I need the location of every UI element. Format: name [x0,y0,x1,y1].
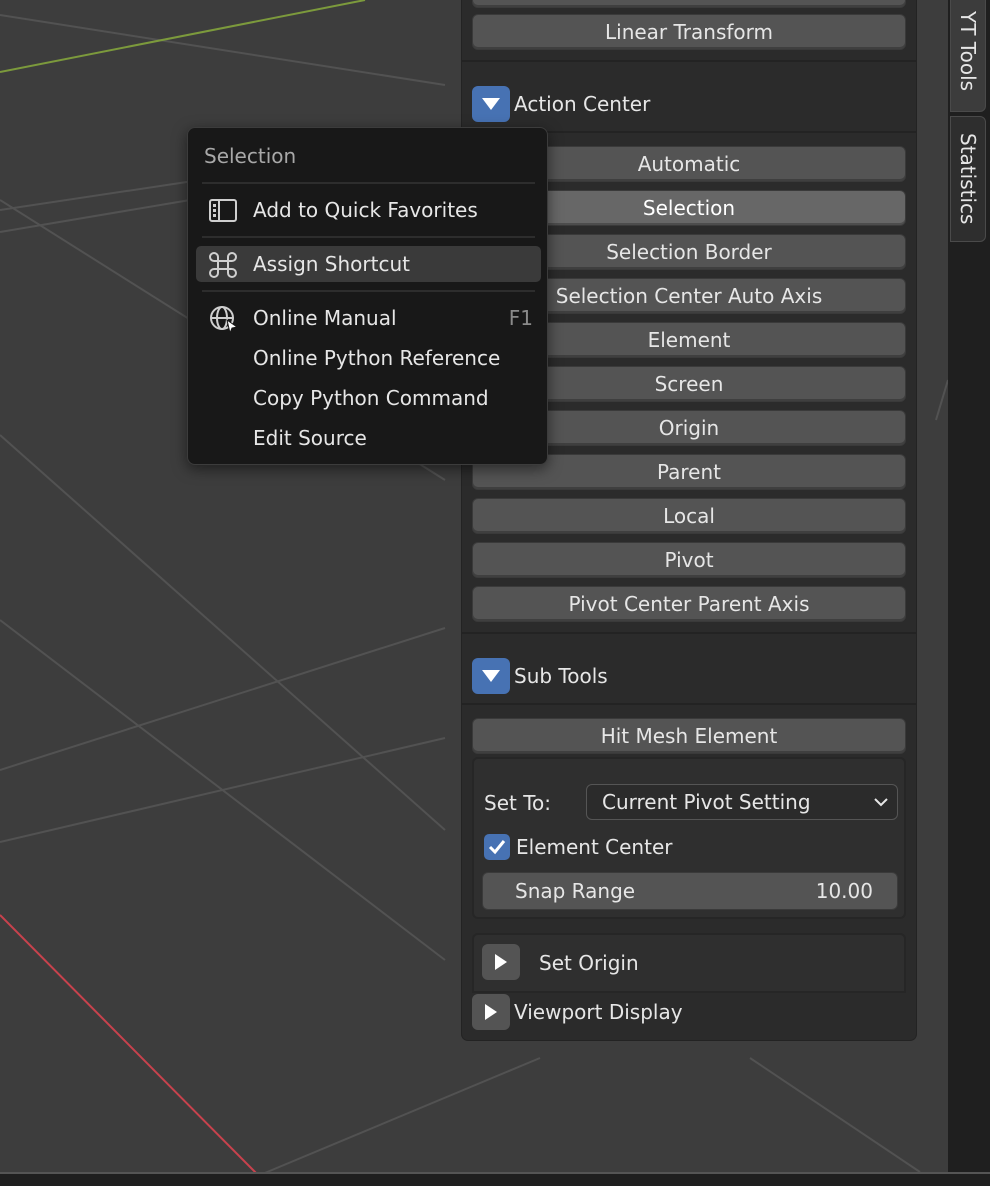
chevron-down-icon [874,798,888,807]
menu-divider [202,236,535,238]
menu-item-copy-python-command[interactable]: Copy Python Command [196,380,541,416]
menu-item-label: Copy Python Command [253,386,489,410]
hit-options-box: Set To: Current Pivot Setting Element Ce… [472,757,906,919]
x-axis-line [0,914,259,1176]
status-bar [0,1172,990,1186]
viewport-display-header[interactable]: Viewport Display [472,993,683,1031]
sub-tools-header[interactable]: Sub Tools [472,657,608,695]
menu-divider [202,182,535,184]
element-center-checkbox[interactable] [484,834,510,860]
set-to-dropdown[interactable]: Current Pivot Setting [586,784,898,820]
divider [462,632,916,634]
collapse-toggle[interactable] [472,86,510,122]
menu-item-label: Online Python Reference [253,346,501,370]
linear-transform-button[interactable]: Linear Transform [472,14,906,50]
expand-toggle[interactable] [472,994,510,1030]
menu-item-label: Assign Shortcut [253,252,410,276]
menu-divider [202,290,535,292]
section-title: Action Center [514,92,651,116]
snap-range-field[interactable]: Snap Range 10.00 [482,872,898,910]
y-axis-line [0,0,366,73]
section-title: Sub Tools [514,664,608,688]
dropdown-value: Current Pivot Setting [602,790,811,814]
triangle-right-icon [485,1004,497,1020]
menu-item-online-manual[interactable]: Online Manual F1 [196,300,541,336]
expand-toggle[interactable] [482,944,520,980]
tab-statistics[interactable]: Statistics [950,116,986,242]
triangle-down-icon [482,670,500,682]
checkmark-icon [488,840,506,855]
tab-yt-tools[interactable]: YT Tools [950,0,986,112]
shortcut-hint: F1 [508,306,533,330]
previous-tool-button[interactable] [472,0,906,8]
action-center-pivot-button[interactable]: Pivot [472,542,906,578]
set-origin-panel[interactable]: Set Origin [472,933,906,993]
menu-item-online-python-reference[interactable]: Online Python Reference [196,340,541,376]
sidebar-tab-strip: YT Tools Statistics [948,0,990,1172]
set-origin-label: Set Origin [539,951,639,975]
snap-range-value: 10.00 [815,879,873,903]
action-center-header[interactable]: Action Center [472,85,650,123]
shortcut-command-icon [209,252,237,278]
divider [462,703,916,705]
divider [462,60,916,62]
context-menu: Selection Add to Quick Favorites Assign … [187,127,548,465]
menu-item-edit-source[interactable]: Edit Source [196,420,541,456]
menu-item-assign-shortcut[interactable]: Assign Shortcut [196,246,541,282]
menu-item-label: Online Manual [253,306,397,330]
menu-item-add-to-quick-favorites[interactable]: Add to Quick Favorites [196,192,541,228]
menu-title: Selection [204,144,297,168]
tab-label: Statistics [956,133,980,225]
menu-item-label: Edit Source [253,426,367,450]
viewport-display-label: Viewport Display [514,1000,683,1024]
triangle-down-icon [482,98,500,110]
collapse-toggle[interactable] [472,658,510,694]
element-center-label: Element Center [516,835,673,859]
menu-item-label: Add to Quick Favorites [253,198,478,222]
action-center-pivot-center-parent-axis-button[interactable]: Pivot Center Parent Axis [472,586,906,622]
quick-favorites-icon [209,199,237,222]
tab-label: YT Tools [956,10,980,92]
triangle-right-icon [495,954,507,970]
set-to-label: Set To: [484,791,551,815]
globe-cursor-icon [210,306,238,333]
snap-range-label: Snap Range [515,879,636,903]
action-center-local-button[interactable]: Local [472,498,906,534]
hit-mesh-element-button[interactable]: Hit Mesh Element [472,718,906,754]
